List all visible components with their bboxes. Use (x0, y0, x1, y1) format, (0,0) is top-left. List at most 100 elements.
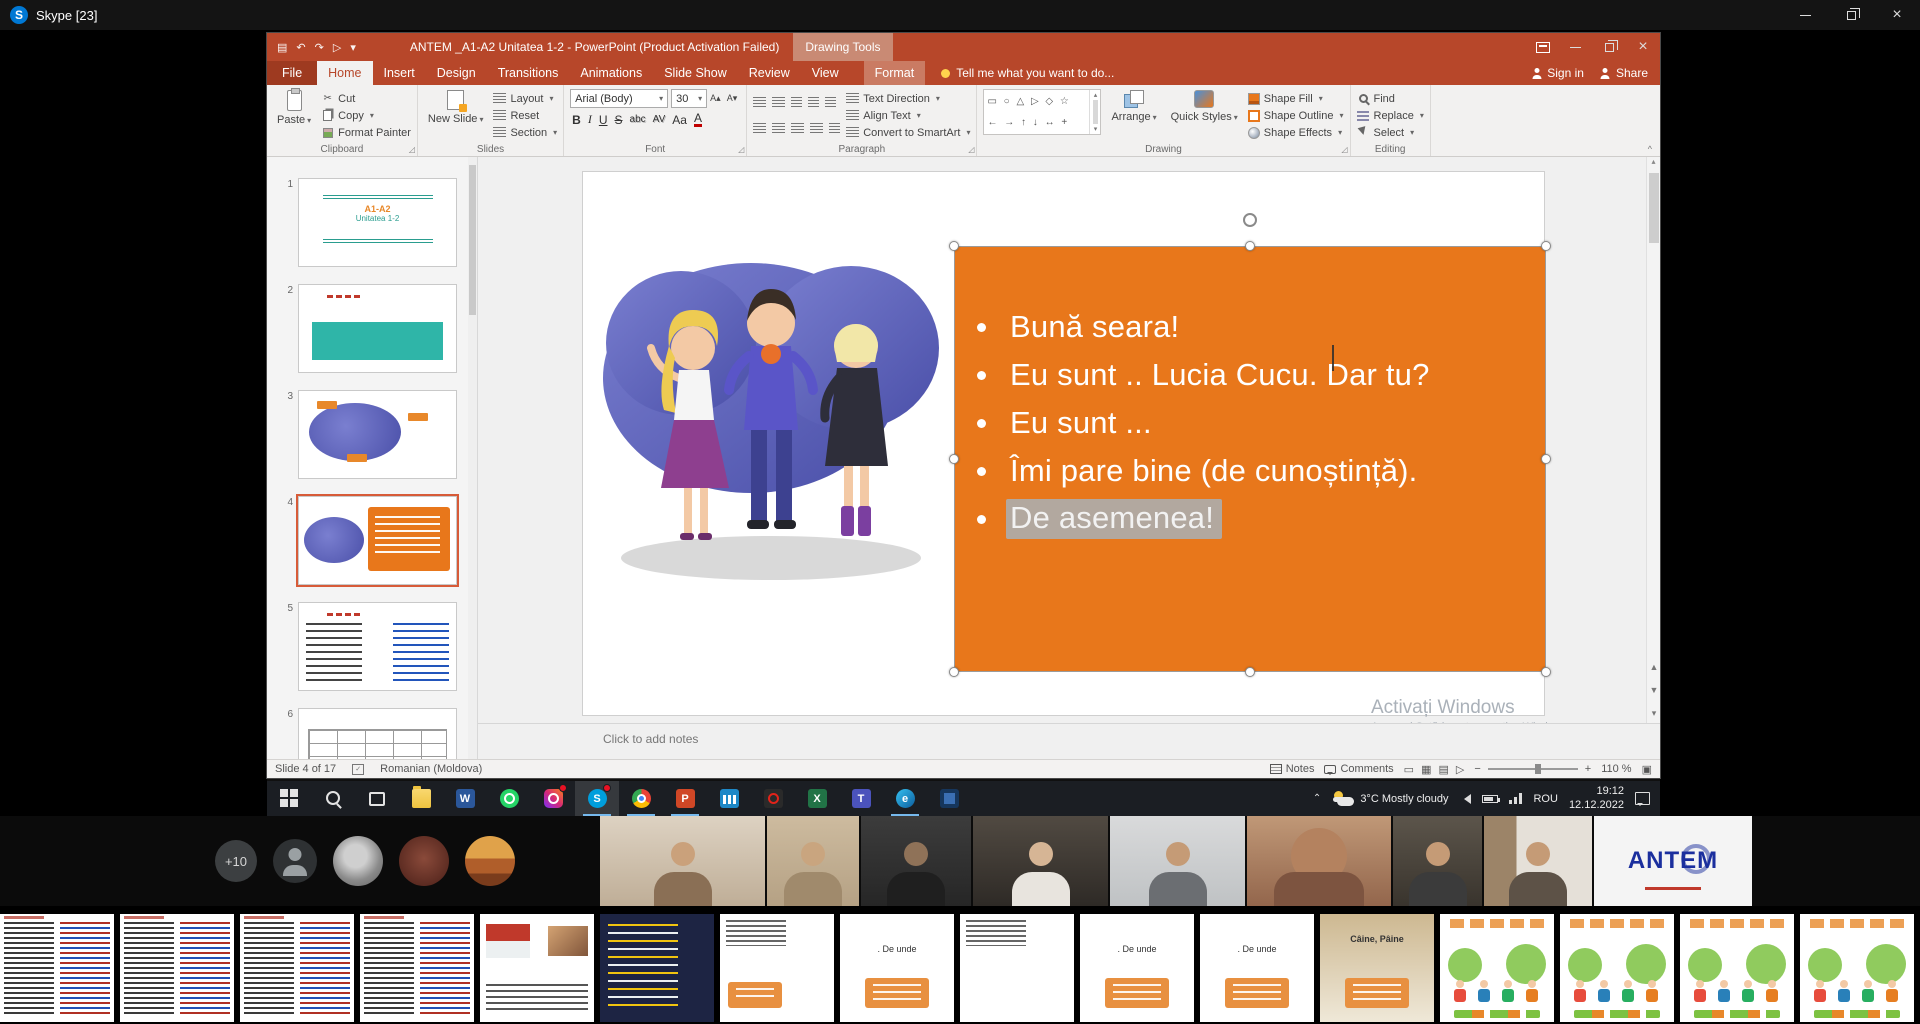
redo-icon[interactable]: ↷ (315, 41, 324, 54)
scroll-up-icon[interactable]: ▴ (1651, 157, 1655, 166)
columns-icon[interactable] (829, 123, 840, 134)
slide-bullet[interactable]: Îmi pare bine (de cunoștință). (977, 447, 1545, 495)
video-participant-1[interactable] (600, 816, 765, 906)
video-participant-8[interactable] (1484, 816, 1592, 906)
video-participant-3[interactable] (861, 816, 971, 906)
align-left-icon[interactable] (753, 123, 766, 134)
convert-smartart-button[interactable]: Convert to SmartArt▾ (846, 124, 970, 141)
share-button[interactable]: Share (1600, 66, 1648, 80)
weather-widget[interactable]: 3°C Mostly cloudy (1332, 791, 1448, 806)
align-text-button[interactable]: Align Text▾ (846, 107, 970, 124)
file-explorer-taskbar-button[interactable] (399, 781, 443, 816)
resize-handle-nw[interactable] (949, 241, 959, 251)
tell-me-box[interactable]: Tell me what you want to do... (941, 61, 1114, 85)
powerpoint-taskbar-button[interactable]: P (663, 781, 707, 816)
filmstrip-thumbnail[interactable] (120, 914, 234, 1022)
filmstrip-thumbnail[interactable] (240, 914, 354, 1022)
dialog-launcher-icon[interactable]: ◿ (1341, 145, 1347, 154)
search-taskbar-button[interactable] (311, 781, 355, 816)
speaker-icon[interactable] (1459, 794, 1471, 804)
shrink-font-button[interactable]: A▾ (724, 93, 741, 104)
line-spacing-icon[interactable] (825, 97, 836, 108)
resize-handle-s[interactable] (1245, 667, 1255, 677)
resize-handle-w[interactable] (949, 454, 959, 464)
resize-handle-ne[interactable] (1541, 241, 1551, 251)
font-color-button[interactable]: A (694, 112, 702, 127)
justify-icon[interactable] (810, 123, 823, 134)
video-antem-logo[interactable]: ANTEM (1594, 816, 1752, 906)
slide-thumbnail-2[interactable] (298, 284, 457, 373)
ppt-close-button[interactable]: × (1626, 33, 1660, 61)
copy-button[interactable]: Copy▾ (321, 107, 411, 124)
hidden-icons-chevron-icon[interactable]: ⌃ (1313, 793, 1321, 804)
video-participant-2[interactable] (767, 816, 859, 906)
tab-home[interactable]: Home (317, 61, 372, 85)
action-center-icon[interactable] (1635, 792, 1650, 805)
slide-bullet[interactable]: Bună seara! (977, 303, 1545, 351)
collapse-ribbon-icon[interactable]: ^ (1648, 144, 1652, 154)
avatar-photo-2[interactable] (399, 836, 449, 886)
fit-to-window-icon[interactable]: ▣ (1642, 763, 1652, 776)
filmstrip-thumbnail[interactable] (960, 914, 1074, 1022)
minimize-button[interactable] (1782, 0, 1828, 30)
filmstrip-thumbnail[interactable] (1560, 914, 1674, 1022)
filmstrip-thumbnail[interactable] (1800, 914, 1914, 1022)
tab-format[interactable]: Format (864, 61, 926, 85)
start-slideshow-icon[interactable]: ▷ (333, 41, 341, 54)
strikethrough-button[interactable]: S (615, 113, 623, 127)
close-button[interactable]: × (1874, 0, 1920, 30)
slide-sorter-view-icon[interactable]: ▦ (1421, 763, 1431, 776)
save-icon[interactable]: ▤ (277, 41, 287, 54)
editor-scrollbar[interactable]: ▴ ▲ ▼ ▾ (1646, 157, 1660, 723)
zoom-out-icon[interactable]: − (1474, 763, 1480, 775)
overflow-participants-badge[interactable]: +10 (215, 840, 257, 882)
slide-thumbnail-4[interactable] (298, 496, 457, 585)
arrange-button[interactable]: Arrange▾ (1107, 89, 1160, 142)
taskbar-clock[interactable]: 19:12 12.12.2022 (1569, 785, 1624, 811)
shapes-gallery[interactable]: ▭ ○ △ ▷ ◇ ☆ ← → ↑ ↓ ↔ + ▴▾ (983, 89, 1101, 135)
ribbon-display-options-icon[interactable] (1536, 42, 1550, 53)
zoom-control[interactable]: − + (1474, 763, 1591, 775)
font-name-select[interactable]: Arial (Body)▾ (570, 89, 668, 108)
reset-button[interactable]: Reset (493, 107, 557, 124)
increase-indent-icon[interactable] (808, 97, 819, 108)
scrollbar-thumb[interactable] (1649, 173, 1659, 243)
tab-design[interactable]: Design (426, 61, 487, 85)
slide-thumbnail-6[interactable] (298, 708, 457, 759)
network-icon[interactable] (1509, 793, 1522, 804)
edge-taskbar-button[interactable]: e (883, 781, 927, 816)
word-taskbar-button[interactable]: W (443, 781, 487, 816)
shapes-gallery-scrollbar[interactable]: ▴▾ (1089, 90, 1100, 134)
normal-view-icon[interactable]: ▭ (1404, 763, 1414, 776)
video-participant-5[interactable] (1110, 816, 1245, 906)
notes-toggle[interactable]: Notes (1270, 763, 1315, 775)
teams-taskbar-button[interactable]: T (839, 781, 883, 816)
shapes-row[interactable]: ← → ↑ ↓ ↔ + (987, 118, 1086, 128)
format-painter-button[interactable]: Format Painter (321, 124, 411, 141)
resize-handle-se[interactable] (1541, 667, 1551, 677)
new-slide-button[interactable]: New Slide▾ (424, 89, 488, 142)
filmstrip-thumbnail[interactable] (1680, 914, 1794, 1022)
cut-button[interactable]: ✂Cut (321, 90, 411, 107)
slide-thumbnail-5[interactable] (298, 602, 457, 691)
text-shadow-button[interactable]: abc (630, 114, 646, 125)
acrobat-taskbar-button[interactable] (751, 781, 795, 816)
customize-qat-icon[interactable]: ▾ (350, 41, 356, 54)
previous-slide-button[interactable]: ▲ (1647, 662, 1660, 672)
filmstrip-thumbnail[interactable] (720, 914, 834, 1022)
italic-button[interactable]: I (588, 112, 592, 127)
resize-handle-e[interactable] (1541, 454, 1551, 464)
filmstrip-thumbnail[interactable] (480, 914, 594, 1022)
section-button[interactable]: Section▾ (493, 124, 557, 141)
scrollbar-thumb[interactable] (469, 165, 476, 315)
ppt-restore-button[interactable] (1592, 33, 1626, 61)
start-taskbar-button[interactable] (267, 781, 311, 816)
sign-in-button[interactable]: Sign in (1531, 66, 1584, 80)
spellcheck-icon[interactable]: ✓ (352, 764, 364, 775)
zoom-slider[interactable] (1488, 768, 1578, 770)
ppt-minimize-button[interactable] (1558, 33, 1592, 61)
video-participant-6[interactable] (1247, 816, 1391, 906)
resize-handle-sw[interactable] (949, 667, 959, 677)
avatar-photo-3[interactable] (465, 836, 515, 886)
quick-styles-button[interactable]: Quick Styles▾ (1167, 89, 1242, 142)
